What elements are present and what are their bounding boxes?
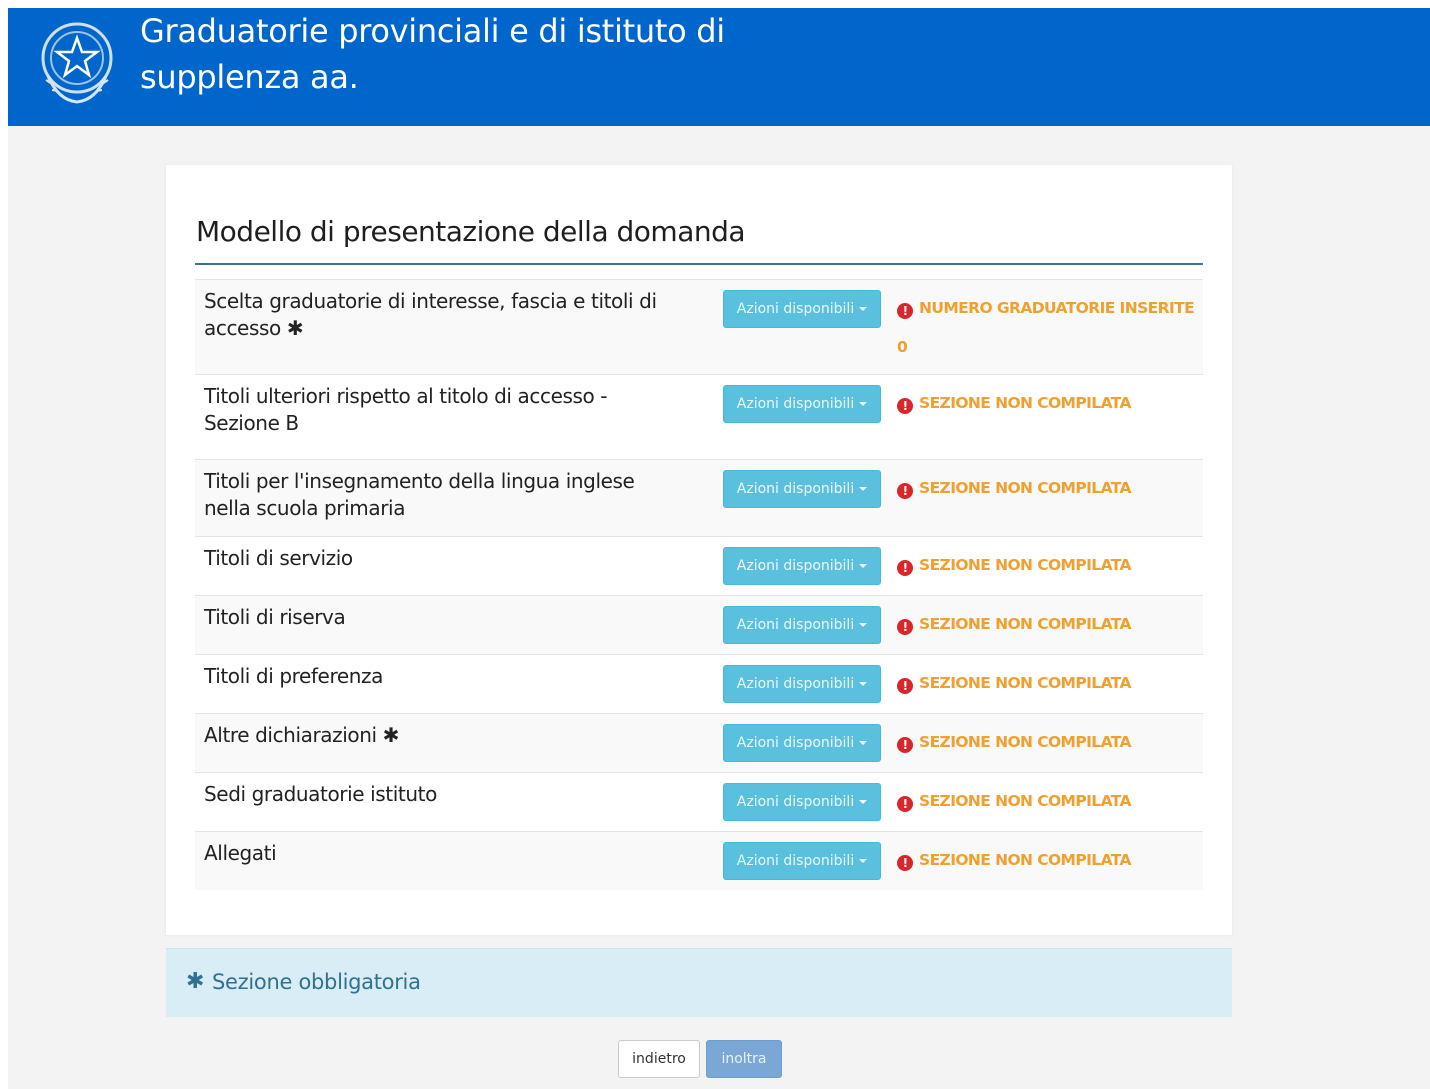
section-label: Scelta graduatorie di interesse, fascia …: [204, 289, 657, 340]
section-status: ! SEZIONE NON COMPILATA: [897, 732, 1207, 753]
required-asterisk-icon: ✱: [382, 723, 400, 747]
status-count: 0: [897, 338, 908, 356]
required-asterisk-icon: ✱: [286, 316, 304, 340]
required-section-note: ✱ Sezione obbligatoria: [166, 948, 1232, 1017]
application-form-panel: Modello di presentazione della domanda S…: [166, 165, 1232, 935]
caret-down-icon: [859, 682, 868, 686]
section-row-titoli-ulteriori: Titoli ulteriori rispetto al titolo di a…: [195, 374, 1203, 459]
republic-emblem-icon: [41, 22, 113, 104]
section-status: ! SEZIONE NON COMPILATA: [897, 673, 1207, 694]
section-row-altre-dichiarazioni: Altre dichiarazioni ✱ Azioni disponibili …: [195, 713, 1203, 772]
section-row-titoli-riserva: Titoli di riserva Azioni disponibili ! SE…: [195, 595, 1203, 654]
error-icon: !: [897, 483, 913, 499]
back-button[interactable]: indietro: [618, 1040, 700, 1078]
section-label: Titoli di riserva: [204, 605, 346, 629]
section-label: Titoli di servizio: [204, 546, 353, 570]
asterisk-icon: ✱: [186, 969, 205, 994]
section-label: Altre dichiarazioni ✱: [204, 723, 400, 747]
section-row-titoli-servizio: Titoli di servizio Azioni disponibili ! S…: [195, 536, 1203, 595]
sections-table: Scelta graduatorie di interesse, fascia …: [195, 279, 1203, 890]
error-icon: !: [897, 678, 913, 694]
section-label: Titoli di preferenza: [204, 664, 383, 688]
app-title: Graduatorie provinciali e di istituto di…: [140, 12, 725, 96]
actions-dropdown-button[interactable]: Azioni disponibili: [723, 842, 881, 880]
caret-down-icon: [859, 307, 868, 311]
caret-down-icon: [859, 623, 868, 627]
error-icon: !: [897, 855, 913, 871]
caret-down-icon: [859, 741, 868, 745]
note-text: Sezione obbligatoria: [212, 970, 421, 994]
actions-dropdown-button[interactable]: Azioni disponibili: [723, 724, 881, 762]
section-status: ! SEZIONE NON COMPILATA: [897, 791, 1207, 812]
panel-title: Modello di presentazione della domanda: [196, 215, 746, 248]
page-header: Graduatorie provinciali e di istituto di…: [8, 8, 1430, 126]
error-icon: !: [897, 560, 913, 576]
section-status: ! SEZIONE NON COMPILATA: [897, 850, 1207, 871]
section-label: Titoli per l'insegnamento della lingua i…: [204, 469, 635, 520]
section-status: ! SEZIONE NON COMPILATA: [897, 614, 1207, 635]
section-status: ! SEZIONE NON COMPILATA: [897, 393, 1207, 414]
error-icon: !: [897, 398, 913, 414]
actions-dropdown-button[interactable]: Azioni disponibili: [723, 665, 881, 703]
section-row-titoli-preferenza: Titoli di preferenza Azioni disponibili …: [195, 654, 1203, 713]
error-icon: !: [897, 737, 913, 753]
error-icon: !: [897, 619, 913, 635]
section-status: ! NUMERO GRADUATORIE INSERITE 0: [897, 298, 1207, 357]
error-icon: !: [897, 303, 913, 319]
section-label: Titoli ulteriori rispetto al titolo di a…: [204, 384, 608, 435]
section-row-sedi-graduatorie: Sedi graduatorie istituto Azioni disponi…: [195, 772, 1203, 831]
title-divider: [195, 263, 1203, 265]
section-row-allegati: Allegati Azioni disponibili ! SEZIONE NON…: [195, 831, 1203, 890]
actions-dropdown-button[interactable]: Azioni disponibili: [723, 606, 881, 644]
actions-dropdown-button[interactable]: Azioni disponibili: [723, 290, 881, 328]
caret-down-icon: [859, 800, 868, 804]
submit-button[interactable]: inoltra: [706, 1040, 782, 1078]
caret-down-icon: [859, 487, 868, 491]
section-status: ! SEZIONE NON COMPILATA: [897, 555, 1207, 576]
actions-dropdown-button[interactable]: Azioni disponibili: [723, 547, 881, 585]
error-icon: !: [897, 796, 913, 812]
section-status: ! SEZIONE NON COMPILATA: [897, 478, 1207, 499]
section-row-lingua-inglese: Titoli per l'insegnamento della lingua i…: [195, 459, 1203, 536]
actions-dropdown-button[interactable]: Azioni disponibili: [723, 783, 881, 821]
caret-down-icon: [859, 859, 868, 863]
section-label: Allegati: [204, 841, 277, 865]
caret-down-icon: [859, 564, 868, 568]
actions-dropdown-button[interactable]: Azioni disponibili: [723, 385, 881, 423]
section-row-scelta-graduatorie: Scelta graduatorie di interesse, fascia …: [195, 279, 1203, 374]
actions-dropdown-button[interactable]: Azioni disponibili: [723, 470, 881, 508]
section-label: Sedi graduatorie istituto: [204, 782, 437, 806]
caret-down-icon: [859, 402, 868, 406]
